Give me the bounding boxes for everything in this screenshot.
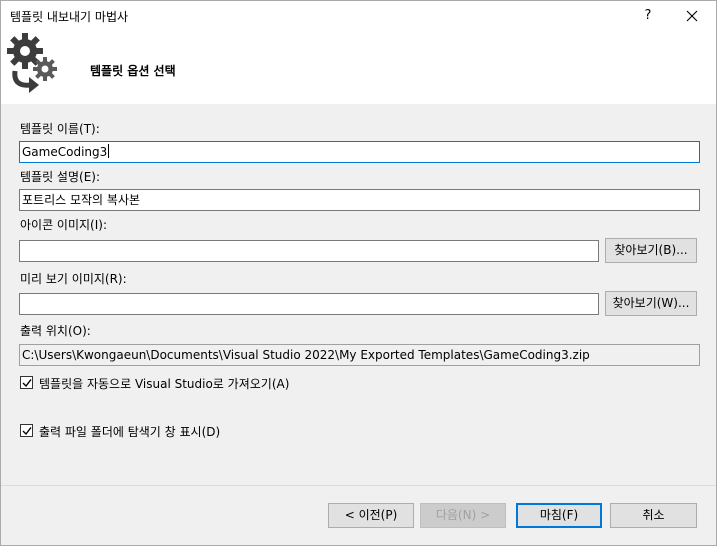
close-icon: [686, 10, 698, 22]
name-label: 템플릿 이름(T):: [20, 122, 100, 136]
window-title: 템플릿 내보내기 마법사: [10, 10, 129, 24]
text-caret: [108, 144, 110, 158]
finish-button[interactable]: 마침(F): [516, 503, 602, 528]
footer-divider: [1, 485, 716, 486]
checkmark-icon: [22, 427, 32, 436]
gears-arrow-icon: [7, 33, 57, 93]
name-input-value: GameCoding3: [22, 145, 108, 159]
preview-browse-button[interactable]: 찾아보기(W)...: [605, 291, 697, 316]
close-button[interactable]: [674, 4, 710, 28]
cancel-button[interactable]: 취소: [610, 503, 697, 528]
description-input[interactable]: 포트리스 모작의 복사본: [19, 189, 700, 211]
output-location-value: C:\Users\Kwongaeun\Documents\Visual Stud…: [22, 348, 590, 362]
name-input[interactable]: GameCoding3: [19, 141, 700, 163]
help-button[interactable]: ?: [633, 4, 663, 28]
preview-image-label: 미리 보기 이미지(R):: [20, 272, 127, 286]
wizard-header: 템플릿 옵션 선택: [1, 31, 716, 104]
show-folder-label[interactable]: 출력 파일 폴더에 탐색기 창 표시(D): [39, 423, 220, 440]
title-bar: 템플릿 내보내기 마법사 ?: [1, 1, 716, 31]
icon-image-input[interactable]: [19, 240, 599, 262]
checkmark-icon: [22, 379, 32, 388]
icon-image-label: 아이콘 이미지(I):: [20, 218, 108, 232]
show-folder-checkbox[interactable]: [20, 424, 33, 437]
output-location-field[interactable]: C:\Users\Kwongaeun\Documents\Visual Stud…: [19, 344, 700, 366]
description-label: 템플릿 설명(E):: [20, 170, 101, 184]
next-button[interactable]: 다음(N) >: [420, 503, 506, 528]
icon-browse-button[interactable]: 찾아보기(B)...: [605, 238, 697, 263]
preview-image-input[interactable]: [19, 293, 599, 315]
export-template-wizard-window: 템플릿 내보내기 마법사 ? 템플릿 옵션 선택 템플릿 이름(T): Game…: [0, 0, 717, 546]
description-input-value: 포트리스 모작의 복사본: [22, 193, 141, 207]
auto-import-checkbox[interactable]: [20, 376, 33, 389]
auto-import-label[interactable]: 템플릿을 자동으로 Visual Studio로 가져오기(A): [39, 375, 289, 392]
output-location-label: 출력 위치(O):: [20, 324, 91, 338]
previous-button[interactable]: < 이전(P): [328, 503, 414, 528]
page-title: 템플릿 옵션 선택: [90, 64, 176, 78]
